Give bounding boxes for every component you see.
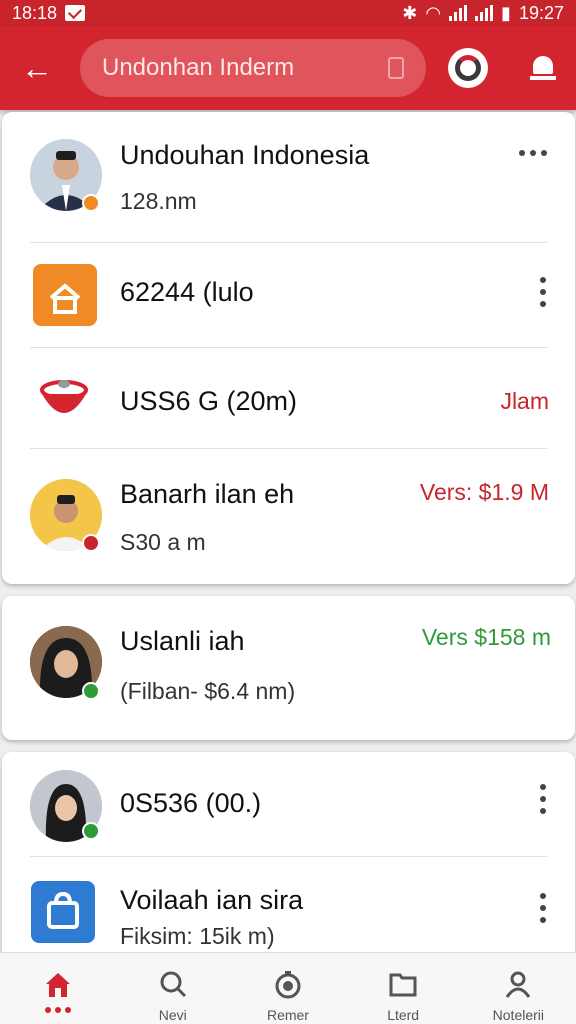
list-item[interactable]: Undouhan Indonesia 128.nm <box>2 112 575 242</box>
timer-icon <box>273 969 303 999</box>
bottom-navigation: Nevi Remer Lterd Notelerii <box>0 952 576 1024</box>
item-title: USS6 G (20m) <box>120 386 298 416</box>
list-card: Undouhan Indonesia 128.nm 62244 (lulo US… <box>2 112 575 584</box>
verified-badge <box>82 822 100 840</box>
nav-label: Notelerii <box>492 1007 545 1023</box>
search-input[interactable] <box>102 54 362 82</box>
item-value: Vers: $1.9 M <box>419 479 549 505</box>
signal-icon-2 <box>475 5 494 21</box>
item-value: Vers $158 m <box>421 624 551 650</box>
list-card: Uslanli iah (Filban- $6.4 nm) Vers $158 … <box>2 596 575 740</box>
signal-icon <box>449 5 468 21</box>
status-time-right: 19:27 <box>518 2 564 23</box>
status-bar: 18:18 ✱ ◠ ▮ 19:27 <box>0 0 576 26</box>
nav-home[interactable] <box>8 969 108 1013</box>
list-item[interactable]: Banarh ilan eh S30 a m Vers: $1.9 M <box>2 449 575 584</box>
folder-icon <box>388 969 418 999</box>
bluetooth-icon: ✱ <box>402 2 418 23</box>
ring-button[interactable] <box>448 48 488 88</box>
list-item[interactable]: 0S536 (00.) <box>2 752 575 856</box>
item-title: Uslanli iah <box>120 626 245 656</box>
nav-label: Lterd <box>387 1007 420 1023</box>
more-horizontal-icon[interactable] <box>519 150 547 156</box>
shopping-bag-icon <box>31 881 95 943</box>
status-badge <box>82 534 100 552</box>
status-badge <box>82 194 100 212</box>
back-button[interactable]: ← <box>14 45 60 91</box>
person-icon <box>503 969 533 999</box>
more-vertical-icon[interactable] <box>539 784 547 814</box>
item-subtitle: (Filban- $6.4 nm) <box>120 678 296 704</box>
active-indicator <box>44 1007 71 1013</box>
home-icon <box>43 969 73 999</box>
bowl-icon <box>36 370 92 426</box>
search-bar[interactable] <box>80 39 426 97</box>
nav-profile[interactable]: Notelerii <box>468 969 568 1023</box>
nav-search[interactable]: Nevi <box>123 969 223 1023</box>
list-item[interactable]: Voilaah ian sira Fiksim: 15ik m) <box>2 857 575 962</box>
more-vertical-icon[interactable] <box>539 277 547 307</box>
nav-reminder[interactable]: Remer <box>238 969 338 1023</box>
list-item[interactable]: USS6 G (20m) Jlam <box>2 348 575 448</box>
ring-icon <box>455 55 481 81</box>
item-subtitle: 128.nm <box>120 188 197 214</box>
store-icon <box>33 264 97 326</box>
list-card: 0S536 (00.) Voilaah ian sira Fiksim: 15i… <box>2 752 575 962</box>
nav-folder[interactable]: Lterd <box>353 969 453 1023</box>
list-item[interactable]: 62244 (lulo <box>2 243 575 347</box>
more-vertical-icon[interactable] <box>539 893 547 923</box>
arrow-left-icon: ← <box>21 49 53 86</box>
item-value: Jlam <box>500 388 549 414</box>
list-item[interactable]: Uslanli iah (Filban- $6.4 nm) Vers $158 … <box>2 596 575 740</box>
battery-icon: ▮ <box>501 2 511 23</box>
verified-badge <box>82 682 100 700</box>
nav-label: Nevi <box>158 1007 187 1023</box>
status-time-left: 18:18 <box>12 2 58 23</box>
notification-button[interactable] <box>528 48 558 88</box>
mic-icon[interactable] <box>388 57 404 79</box>
message-notification-icon <box>65 5 86 21</box>
item-title: Undouhan Indonesia <box>120 140 370 170</box>
item-subtitle: S30 a m <box>120 529 206 555</box>
bell-icon <box>533 56 553 74</box>
wifi-icon: ◠ <box>425 2 442 23</box>
search-icon <box>158 969 188 999</box>
item-subtitle: Fiksim: 15ik m) <box>120 923 275 949</box>
app-bar: ← <box>0 26 576 110</box>
item-title: 62244 (lulo <box>120 277 254 307</box>
item-title: Banarh ilan eh <box>120 479 295 509</box>
nav-label: Remer <box>266 1007 309 1023</box>
item-title: Voilaah ian sira <box>120 885 304 915</box>
item-title: 0S536 (00.) <box>120 788 262 818</box>
